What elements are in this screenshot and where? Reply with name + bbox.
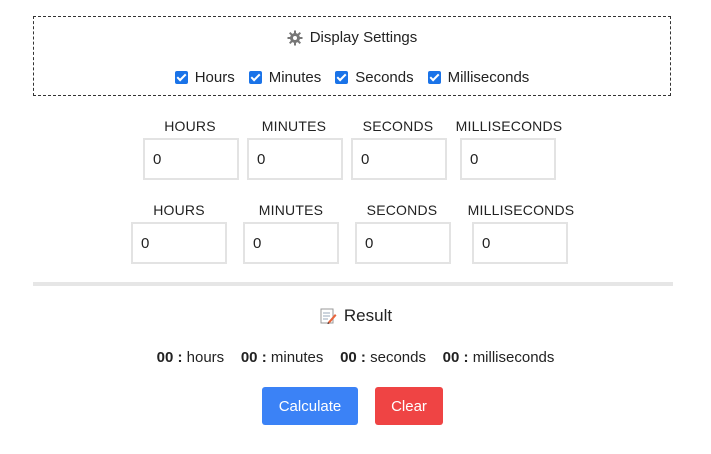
- display-settings-panel: Display Settings Hours Minutes Seconds M…: [33, 16, 671, 96]
- time1-seconds-label: SECONDS: [362, 118, 434, 134]
- result-seconds-value: 00 :: [340, 349, 366, 366]
- option-milliseconds-label: Milliseconds: [447, 69, 530, 86]
- result-minutes-value: 00 :: [240, 349, 267, 366]
- time2-hours-label: HOURS: [153, 202, 205, 218]
- option-seconds[interactable]: Seconds: [335, 69, 414, 86]
- seconds-checkbox[interactable]: [335, 71, 349, 84]
- result-header: Result: [0, 306, 711, 326]
- option-hours[interactable]: Hours: [174, 69, 235, 86]
- option-hours-label: Hours: [194, 69, 235, 86]
- minutes-checkbox[interactable]: [248, 71, 262, 84]
- time1-hours-label: HOURS: [164, 118, 216, 134]
- time1-milliseconds-input[interactable]: 0: [460, 138, 556, 180]
- result-hours-unit: hours: [186, 349, 225, 366]
- time1-minutes-label: MINUTES: [261, 118, 327, 134]
- option-milliseconds[interactable]: Milliseconds: [427, 69, 530, 86]
- time2-seconds-input[interactable]: 0: [355, 222, 451, 264]
- option-minutes-label: Minutes: [268, 69, 322, 86]
- time1-hours-input[interactable]: 0: [143, 138, 239, 180]
- result-minutes-unit: minutes: [270, 349, 324, 366]
- hours-checkbox[interactable]: [174, 71, 188, 84]
- display-options: Hours Minutes Seconds Milliseconds: [34, 69, 670, 86]
- time2-seconds-label: SECONDS: [366, 202, 438, 218]
- time1-minutes-input[interactable]: 0: [247, 138, 343, 180]
- option-minutes[interactable]: Minutes: [248, 69, 322, 86]
- display-settings-header: Display Settings: [34, 29, 670, 46]
- time2-milliseconds-input[interactable]: 0: [472, 222, 568, 264]
- option-seconds-label: Seconds: [355, 69, 414, 86]
- time2-minutes-label: MINUTES: [258, 202, 324, 218]
- result-milliseconds-unit: milliseconds: [472, 349, 555, 366]
- time2-hours-input[interactable]: 0: [131, 222, 227, 264]
- memo-icon: [320, 308, 337, 324]
- result-seconds-unit: seconds: [370, 349, 426, 366]
- time1-seconds-input[interactable]: 0: [351, 138, 447, 180]
- clear-button[interactable]: Clear: [375, 387, 443, 425]
- time2-milliseconds-label: MILLISECONDS: [467, 202, 575, 218]
- section-divider: [33, 282, 673, 286]
- calculate-button[interactable]: Calculate: [262, 387, 358, 425]
- gear-icon: [287, 30, 303, 45]
- display-settings-title: Display Settings: [309, 29, 418, 46]
- time2-minutes-input[interactable]: 0: [243, 222, 339, 264]
- result-milliseconds-value: 00 :: [442, 349, 469, 366]
- milliseconds-checkbox[interactable]: [427, 71, 441, 84]
- time1-milliseconds-label: MILLISECONDS: [455, 118, 563, 134]
- result-hours-value: 00 :: [156, 349, 183, 366]
- result-output: 00 : hours 00 : minutes 00 : seconds 00 …: [0, 349, 711, 366]
- result-title: Result: [343, 306, 393, 325]
